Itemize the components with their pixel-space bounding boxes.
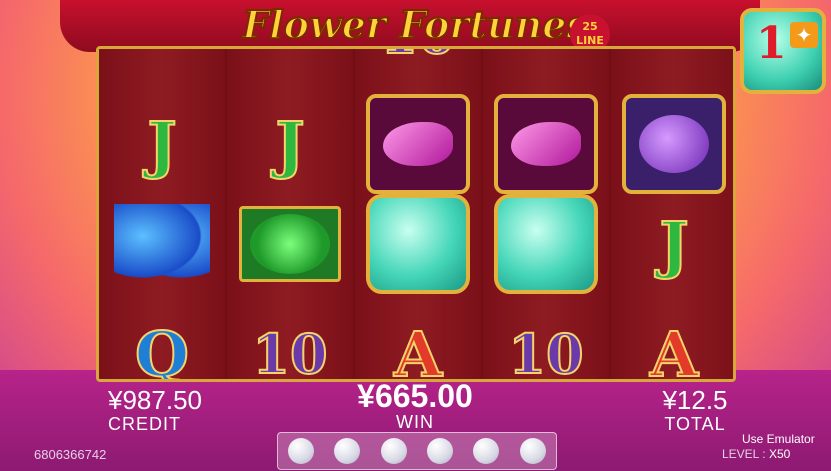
- symbol-butterfly: [99, 189, 225, 299]
- gem-icon: [366, 194, 470, 294]
- bonus-value: 1: [756, 18, 787, 69]
- symbol-letter: J: [146, 107, 177, 182]
- symbol-j: J: [99, 89, 225, 199]
- bird-icon: [383, 122, 453, 166]
- symbol-q: Q: [99, 299, 225, 382]
- symbol-10: 10: [483, 299, 609, 382]
- credit-value: ¥987.50: [108, 385, 202, 415]
- symbol-snail: [227, 189, 353, 299]
- reel-1: J Q: [99, 49, 225, 379]
- reels-frame: J Q J 10 10 A 10 J A: [96, 46, 736, 382]
- pearl-icon: [380, 438, 407, 464]
- pearl-icon: [427, 438, 454, 464]
- credit-label: CREDIT: [108, 414, 181, 434]
- beetle-icon: [639, 115, 709, 173]
- pearl-icon: [519, 438, 546, 464]
- gift-icon: ✦: [790, 22, 818, 48]
- symbol-letter: J: [658, 207, 689, 282]
- symbol-bird: [355, 89, 481, 199]
- symbol-j: J: [227, 89, 353, 199]
- symbol-letter: 10: [507, 321, 584, 382]
- symbol-10: 10: [227, 299, 353, 382]
- win-value: ¥665.00: [357, 378, 473, 414]
- gem-icon: [494, 194, 598, 294]
- bird-tile: [366, 94, 470, 194]
- reel-5: J A: [611, 49, 733, 382]
- pearl-icon: [334, 438, 361, 464]
- use-emulator-link[interactable]: Use Emulator: [742, 432, 815, 446]
- total-bet-value[interactable]: ¥12.5: [650, 385, 740, 416]
- symbol-letter: Q: [134, 317, 190, 382]
- snail-tile: [239, 206, 341, 282]
- snail-icon: [250, 214, 330, 274]
- symbol-j: J: [611, 189, 733, 299]
- pearl-meter: [277, 432, 557, 470]
- symbol-letter: A: [649, 317, 699, 382]
- win-label: WIN: [396, 412, 434, 432]
- total-bet-label: TOTAL: [664, 414, 726, 434]
- pearl-icon: [288, 438, 315, 464]
- beetle-tile: [622, 94, 726, 194]
- symbol-letter: 10: [251, 321, 328, 382]
- level-value: X50: [768, 447, 791, 461]
- symbol-letter: J: [274, 107, 305, 182]
- pearl-icon: [473, 438, 500, 464]
- symbol-gem: [483, 189, 609, 299]
- bonus-button[interactable]: 1 ✦: [740, 8, 826, 94]
- game-title: Flower Fortunes: [241, 1, 589, 48]
- level-label: LEVEL :: [722, 447, 766, 461]
- butterfly-icon: [114, 204, 210, 284]
- reel-3: 10 A: [355, 49, 481, 379]
- level-indicator: LEVEL : X50: [722, 447, 790, 461]
- bird-icon: [511, 122, 581, 166]
- symbol-letter: 10: [379, 49, 456, 67]
- symbol-beetle: [611, 89, 733, 199]
- reel-2: J 10: [227, 49, 353, 379]
- reel-4: 10: [483, 49, 609, 379]
- symbol-gem: [355, 189, 481, 299]
- bird-tile: [494, 94, 598, 194]
- symbol-bird: [483, 89, 609, 199]
- symbol-10: 10: [355, 49, 481, 89]
- symbol-a: A: [355, 299, 481, 382]
- session-id: 6806366742: [34, 447, 107, 462]
- symbol-a: A: [611, 299, 733, 382]
- symbol-letter: A: [393, 317, 443, 382]
